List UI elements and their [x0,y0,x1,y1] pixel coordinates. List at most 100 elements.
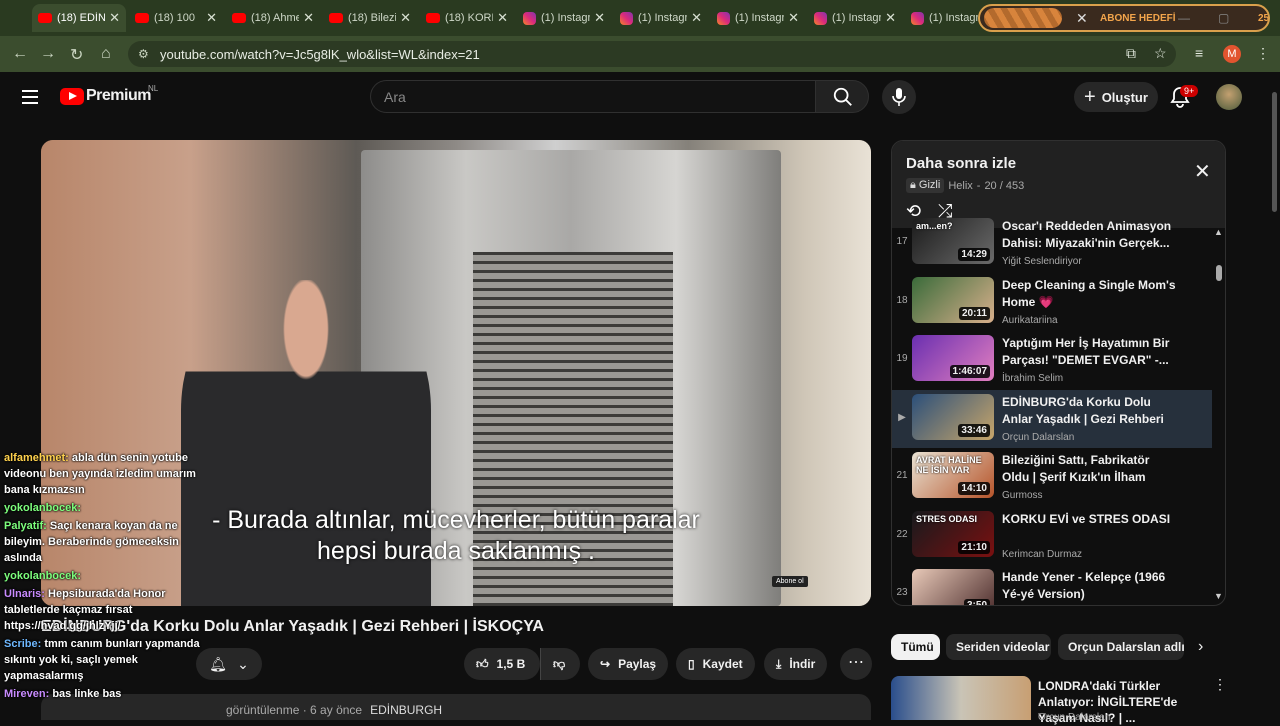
maximize-icon[interactable]: ▢ [1218,11,1229,25]
filter-chip[interactable]: Tümü [891,634,940,660]
playlist-item-title[interactable]: KORKU EVİ ve STRES ODASI [1002,511,1180,528]
more-vertical-icon[interactable]: ⋮ [1213,676,1227,693]
playlist-thumbnail[interactable]: 3:50 [912,569,994,605]
playlist-item[interactable]: 22 STRES ODASI 21:10 KORKU EVİ ve STRES ODA… [892,507,1212,565]
browser-tab[interactable]: (18) 100 ✕ [129,4,223,32]
scrollbar-thumb[interactable] [1216,265,1222,281]
reload-icon[interactable]: ↻ [70,45,83,65]
youtube-logo-icon[interactable] [60,88,84,105]
minimize-icon[interactable]: — [1178,11,1190,25]
playlist-item[interactable]: 17 am...en? 14:29 Oscar'ı Reddeden Animasyo… [892,214,1212,272]
browser-tab[interactable]: (1) Instagram✕ [517,4,611,32]
home-icon[interactable]: ⌂ [101,45,111,63]
filter-chip[interactable]: Orçun Dalarslan adlı yükleyiciden [1058,634,1184,660]
close-tab-icon[interactable]: ✕ [206,10,217,26]
bookmark-star-icon[interactable]: ☆ [1154,45,1167,62]
scroll-down-icon[interactable]: ▼ [1214,591,1223,601]
filter-chip[interactable]: Seriden videolar [946,634,1051,660]
browser-tab[interactable]: (1) Instagram✕ [614,4,708,32]
browser-menu-icon[interactable]: ⋮ [1256,45,1270,62]
playlist-owner[interactable]: Helix [948,180,972,192]
more-actions-button[interactable]: ⋯ [840,648,872,680]
tab-title: (18) 100 [154,12,195,24]
playlist-item-title[interactable]: EDİNBURG'da Korku Dolu Anlar Yaşadık | G… [1002,394,1180,428]
playlist-thumbnail[interactable]: 20:11 [912,276,994,323]
playlist-item-channel[interactable]: Yiğit Seslendiriyor [1002,256,1082,267]
playlist-item-channel[interactable]: Kerimcan Durmaz [1002,549,1082,560]
playlist-thumbnail[interactable]: 1:46:07 [912,335,994,381]
close-tab-icon[interactable]: ✕ [400,10,411,26]
playlist-thumbnail[interactable]: am...en? 14:29 [912,218,994,264]
page-scrollbar[interactable] [1270,72,1278,720]
recommended-video[interactable]: LONDRA'daki Türkler Anlatıyor: İNGİLTERE… [891,676,1227,725]
bookmark-icon: ▯ [688,657,695,671]
browser-tab[interactable]: (18) Bilezik ✕ [323,4,417,32]
playlist-item-current[interactable]: ▶ 33:46 EDİNBURG'da Korku Dolu Anlar Yaşad… [892,389,1212,448]
playlist-item-channel[interactable]: Gurmoss [1002,490,1043,501]
download-button[interactable]: ⤓ İndir [764,648,828,680]
forward-arrow-icon[interactable]: → [40,45,56,63]
playlist-item-channel[interactable]: Aurikatariina [1002,315,1058,326]
playlist-item[interactable]: 23 3:50 Hande Yener - Kelepçe (1966 Yé-yé … [892,565,1212,605]
search-button[interactable] [815,80,869,113]
tab-title: (18) EDİNBURG [57,12,106,24]
page-scrollbar-thumb[interactable] [1272,92,1277,212]
playlist-item-channel[interactable]: İbrahim Selim [1002,373,1063,384]
playlist-item-channel[interactable]: Orçun Dalarslan [1002,432,1074,443]
close-tab-icon[interactable]: ✕ [109,10,120,26]
playlist-thumbnail[interactable]: STRES ODASI 21:10 [912,510,994,557]
playlist-index: ▶ [898,411,906,423]
chat-message: Scribe: tmm canım bunları yapmanda sıkın… [4,636,204,684]
save-button[interactable]: ▯ Kaydet [676,648,755,680]
goal-close-icon[interactable]: ✕ [1076,10,1088,27]
profile-avatar[interactable]: M [1223,45,1241,63]
back-arrow-icon[interactable]: ← [12,45,28,63]
playlist-item-title[interactable]: Hande Yener - Kelepçe (1966 Yé-yé Versio… [1002,569,1180,603]
notification-preferences-button[interactable]: 🔔︎ ⌄ [196,648,262,680]
scroll-up-icon[interactable]: ▲ [1214,227,1223,237]
close-tab-icon[interactable]: ✕ [691,10,702,26]
site-info-icon[interactable]: ⚙ [138,47,149,61]
install-app-icon[interactable]: ⧉ [1126,45,1136,62]
close-tab-icon[interactable]: ✕ [788,10,799,26]
playlist-title[interactable]: Daha sonra izle [906,155,1016,172]
search-input[interactable]: Ara [370,80,816,113]
chevron-right-icon[interactable]: › [1198,638,1203,656]
dislike-button[interactable]: 👎︎ [540,648,580,680]
close-tab-icon[interactable]: ✕ [885,10,896,26]
duration-badge: 1:46:07 [949,365,990,378]
playlist-scrollbar[interactable]: ▲ ▼ [1214,227,1223,605]
playlist-item[interactable]: 18 20:11 Deep Cleaning a Single Mom's Home… [892,273,1212,331]
subscribe-watermark[interactable]: Abone ol [772,576,808,587]
recommended-channel[interactable]: Orçun Dalarslan [1038,712,1110,723]
browser-tab[interactable]: (1) Instagram✕ [711,4,805,32]
create-button[interactable]: + Oluştur [1074,82,1158,112]
view-date: görüntülenme · 6 ay önce [226,703,363,717]
browser-tab[interactable]: (18) Ahmet✕ [226,4,320,32]
share-button[interactable]: ↪ Paylaş [588,648,669,680]
brand-label[interactable]: Premium [86,87,151,105]
close-tab-icon[interactable]: ✕ [594,10,605,26]
playlist-item-title[interactable]: Bileziğini Sattı, Fabrikatör Oldu | Şeri… [1002,452,1180,486]
close-tab-icon[interactable]: ✕ [497,10,508,26]
browser-tab[interactable]: (18) KORKU ✕ [420,4,514,32]
playlist-item[interactable]: 19 1:46:07 Yaptığım Her İş Hayatımın Bir P… [892,331,1212,389]
playlist-thumbnail[interactable]: 33:46 [912,393,994,440]
recommended-thumbnail[interactable] [891,676,1031,720]
like-button[interactable]: 👍︎ 1,5 B [464,648,540,680]
playlist-item[interactable]: 21 AVRAT HALİNE NE İSİN VAR 14:10 Bileziğin… [892,448,1212,506]
playlist-item-title[interactable]: Oscar'ı Reddeden Animasyon Dahisi: Miyaz… [1002,218,1180,252]
playlist-item-title[interactable]: Deep Cleaning a Single Mom's Home 💗 [1002,277,1180,311]
browser-tab[interactable]: (18) EDİNBURG✕ [32,4,126,32]
playlist-item-title[interactable]: Yaptığım Her İş Hayatımın Bir Parçası! "… [1002,335,1180,369]
voice-search-button[interactable] [882,80,916,114]
account-avatar[interactable] [1216,84,1242,110]
hashtag[interactable]: EDİNBURGH [370,703,442,717]
close-tab-icon[interactable]: ✕ [303,10,314,26]
close-icon[interactable]: ✕ [1194,159,1211,184]
media-controls-icon[interactable]: ≡ [1195,45,1203,61]
browser-tab[interactable]: (1) Instagram✕ [808,4,902,32]
address-bar[interactable]: ⚙ youtube.com/watch?v=Jc5g8lK_wlo&list=W… [128,41,1176,67]
menu-icon[interactable] [22,90,38,104]
playlist-thumbnail[interactable]: AVRAT HALİNE NE İSİN VAR 14:10 [912,452,994,498]
